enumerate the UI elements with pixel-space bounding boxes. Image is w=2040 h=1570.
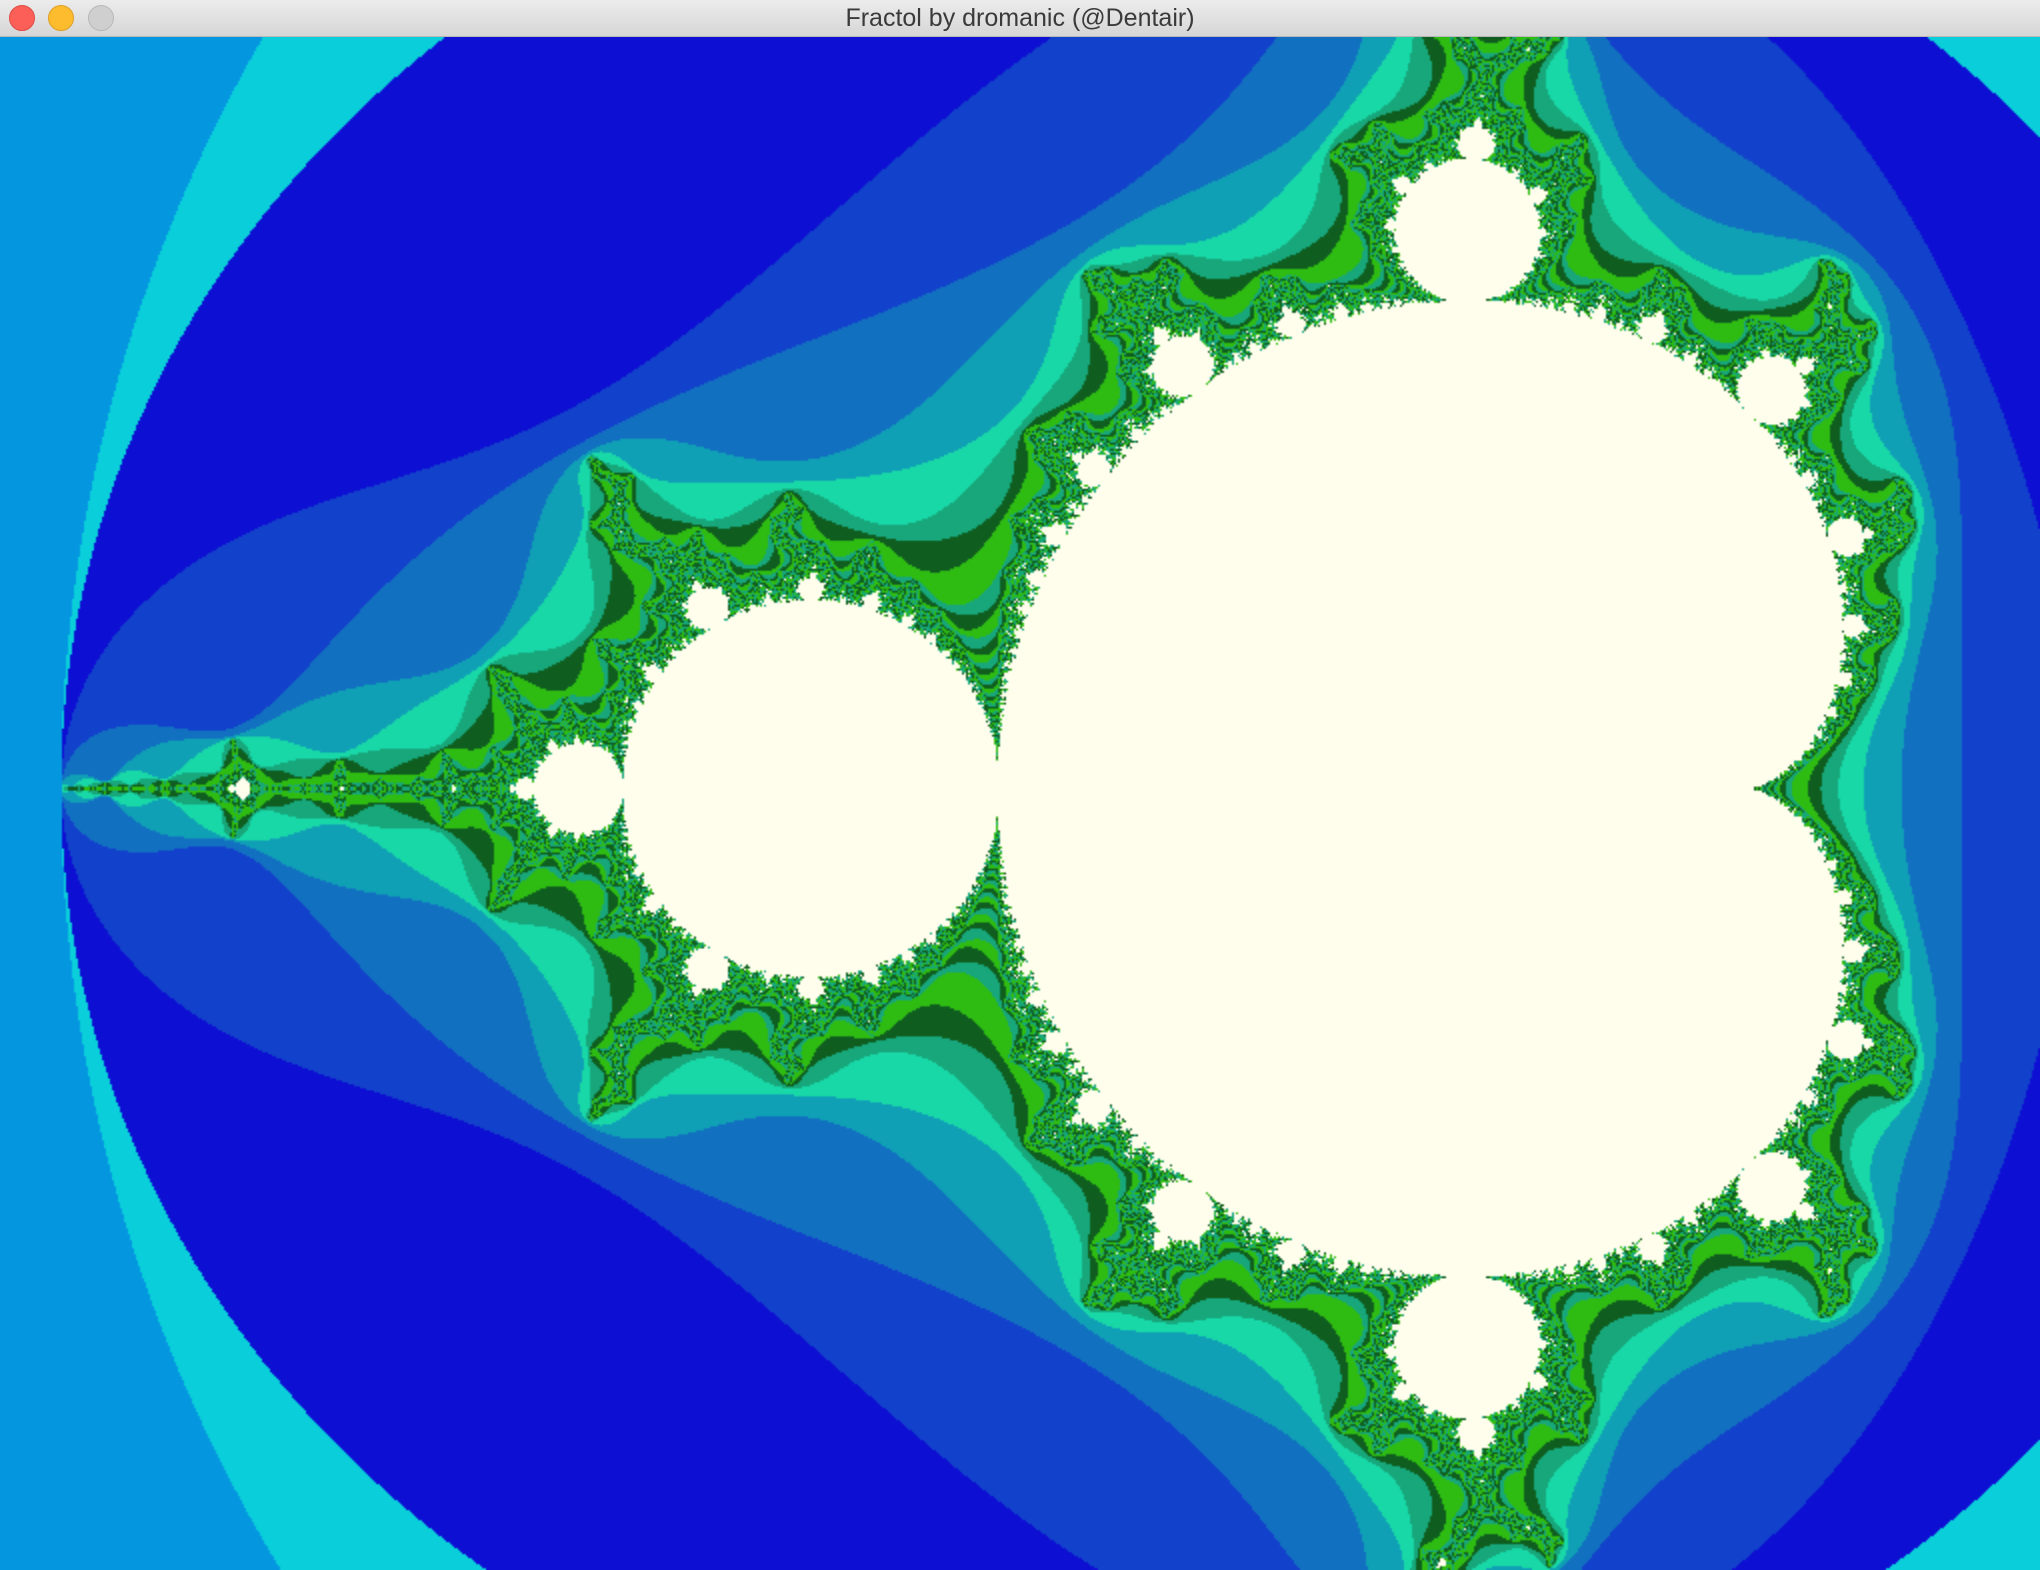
app-window: Fractol by dromanic (@Dentair) bbox=[0, 0, 2040, 1570]
fractal-canvas[interactable] bbox=[0, 37, 2040, 1570]
fractal-viewport[interactable] bbox=[0, 37, 2040, 1570]
window-title: Fractol by dromanic (@Dentair) bbox=[845, 4, 1195, 32]
title-bar[interactable]: Fractol by dromanic (@Dentair) bbox=[0, 0, 2040, 37]
